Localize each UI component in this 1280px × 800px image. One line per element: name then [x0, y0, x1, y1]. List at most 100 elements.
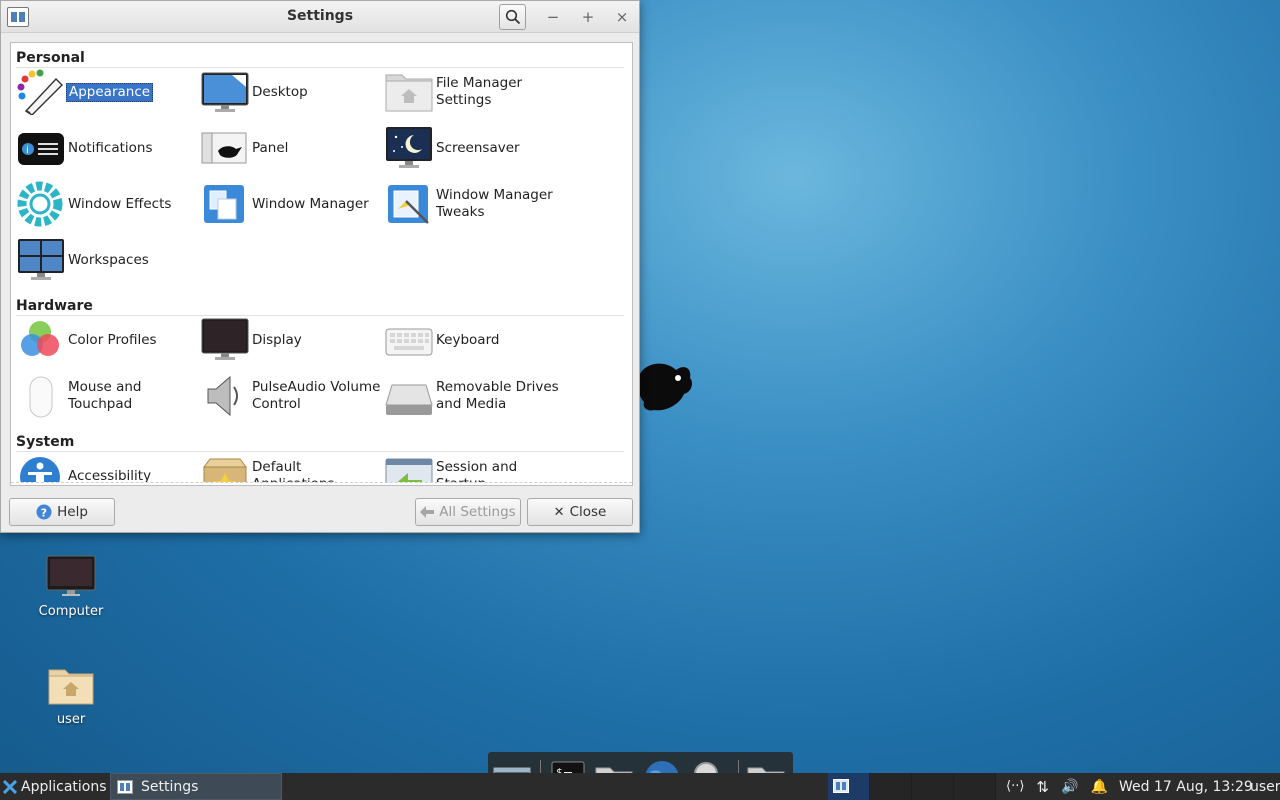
settings-item-label: Removable Drives and Media — [436, 379, 559, 412]
search-icon — [505, 9, 520, 25]
workspace-window-icon — [833, 779, 849, 793]
display-icon — [200, 317, 250, 363]
settings-item-panel[interactable]: Panel — [200, 125, 384, 171]
section-divider — [16, 67, 624, 68]
workspace-2[interactable] — [870, 773, 912, 800]
help-icon: ? — [36, 504, 52, 520]
svg-text:i: i — [26, 145, 29, 156]
applications-menu-button[interactable]: Applications ≡ — [3, 773, 124, 800]
section-title-personal: Personal — [16, 50, 85, 66]
workspace-switcher[interactable] — [828, 773, 996, 800]
screensaver-icon — [384, 125, 434, 171]
mouse-icon — [16, 373, 66, 419]
taskbar: Applications ≡ Settings ⟨··⟩ ⇅ 🔊 🔔 Wed 1… — [0, 773, 1280, 800]
window-manager-icon — [200, 181, 250, 227]
close-window-button[interactable]: × — [612, 7, 632, 27]
settings-item-workspaces[interactable]: Workspaces — [16, 237, 200, 283]
settings-item-label: Window Manager Tweaks — [436, 187, 553, 220]
settings-item-label: Window Effects — [68, 195, 172, 212]
search-button[interactable] — [499, 4, 526, 30]
minimize-button[interactable]: − — [543, 7, 563, 27]
arrow-left-icon — [420, 506, 435, 518]
removable-drive-icon — [384, 373, 434, 419]
maximize-button[interactable]: + — [578, 7, 598, 27]
section-divider — [16, 315, 624, 316]
close-button[interactable]: ✕ Close — [527, 498, 633, 526]
notification-bell-icon[interactable]: 🔔 — [1090, 779, 1107, 795]
settings-item-label: Mouse and Touchpad — [68, 379, 142, 412]
settings-window-icon — [117, 779, 133, 794]
notifications-icon: i — [16, 125, 66, 171]
clock[interactable]: Wed 17 Aug, 13:29 — [1119, 773, 1253, 800]
keyboard-icon — [384, 317, 434, 363]
all-settings-button-label: All Settings — [439, 504, 516, 520]
computer-icon — [45, 552, 97, 598]
settings-item-label: Desktop — [252, 83, 308, 100]
help-button-label: Help — [57, 504, 88, 520]
settings-item-window-manager-tweaks[interactable]: Window Manager Tweaks — [384, 181, 568, 227]
settings-item-label: Workspaces — [68, 251, 149, 268]
network-icon[interactable]: ⟨··⟩ — [1006, 779, 1024, 794]
settings-item-screensaver[interactable]: Screensaver — [384, 125, 568, 171]
settings-content[interactable]: Personal Appearance Desktop File Manager… — [10, 42, 633, 486]
workspace-3[interactable] — [912, 773, 954, 800]
settings-item-file-manager[interactable]: File Manager Settings — [384, 69, 568, 115]
workspace-1[interactable] — [828, 773, 870, 800]
scroll-edge — [11, 482, 632, 485]
settings-item-label: Screensaver — [436, 139, 520, 156]
user-label: user — [1250, 778, 1280, 795]
workspace-4[interactable] — [954, 773, 996, 800]
all-settings-button[interactable]: All Settings — [415, 498, 521, 526]
settings-item-display[interactable]: Display — [200, 317, 384, 363]
settings-item-window-effects[interactable]: Window Effects — [16, 181, 200, 227]
home-folder-icon — [45, 660, 97, 706]
xfce-logo-icon — [3, 779, 17, 794]
section-title-system: System — [16, 434, 75, 450]
desktop-label-home: user — [56, 712, 86, 727]
workspaces-icon — [16, 237, 66, 283]
settings-item-label: PulseAudio Volume Control — [252, 379, 381, 412]
speaker-icon — [200, 373, 250, 419]
settings-item-desktop[interactable]: Desktop — [200, 69, 384, 115]
settings-item-keyboard[interactable]: Keyboard — [384, 317, 568, 363]
desktop-icon-home[interactable]: user — [21, 660, 121, 727]
settings-item-window-manager[interactable]: Window Manager — [200, 181, 384, 227]
settings-item-appearance[interactable]: Appearance — [16, 69, 200, 116]
settings-item-label: Color Profiles — [68, 331, 157, 348]
section-title-hardware: Hardware — [16, 298, 93, 314]
close-icon: ✕ — [553, 504, 565, 520]
desktop-icon — [200, 69, 250, 115]
desktop-label-computer: Computer — [38, 604, 104, 619]
panel-icon — [200, 125, 250, 171]
settings-item-label: Keyboard — [436, 331, 500, 348]
appearance-icon — [16, 69, 66, 116]
user-menu[interactable]: user — [1250, 773, 1280, 800]
svg-text:?: ? — [41, 507, 47, 520]
task-button-label: Settings — [141, 778, 199, 795]
color-profiles-icon — [16, 317, 66, 363]
settings-item-label: Panel — [252, 139, 289, 156]
section-divider — [16, 451, 624, 452]
updates-icon[interactable]: ⇅ — [1036, 778, 1049, 796]
settings-item-label: Window Manager — [252, 195, 369, 212]
settings-item-label: Notifications — [68, 139, 153, 156]
settings-item-label: Display — [252, 331, 302, 348]
volume-icon[interactable]: 🔊 — [1061, 779, 1078, 795]
settings-item-removable-drives[interactable]: Removable Drives and Media — [384, 373, 568, 419]
clock-label: Wed 17 Aug, 13:29 — [1119, 778, 1253, 795]
settings-window: Settings − + × Personal Appearance Deskt… — [0, 0, 640, 533]
settings-item-label: Appearance — [66, 82, 154, 102]
desktop-icon-computer[interactable]: Computer — [21, 552, 121, 619]
task-button-settings[interactable]: Settings — [110, 773, 282, 800]
close-button-label: Close — [569, 504, 607, 520]
window-titlebar[interactable]: Settings − + × — [1, 1, 639, 33]
settings-item-notifications[interactable]: i Notifications — [16, 125, 200, 171]
settings-item-color-profiles[interactable]: Color Profiles — [16, 317, 200, 363]
system-tray: ⟨··⟩ ⇅ 🔊 🔔 — [1006, 773, 1108, 800]
window-effects-icon — [16, 181, 66, 227]
settings-item-mouse[interactable]: Mouse and Touchpad — [16, 373, 200, 419]
settings-item-pulseaudio[interactable]: PulseAudio Volume Control — [200, 373, 384, 419]
settings-item-label: File Manager Settings — [436, 75, 523, 108]
help-button[interactable]: ? Help — [9, 498, 115, 526]
applications-menu-label: Applications — [21, 778, 107, 795]
